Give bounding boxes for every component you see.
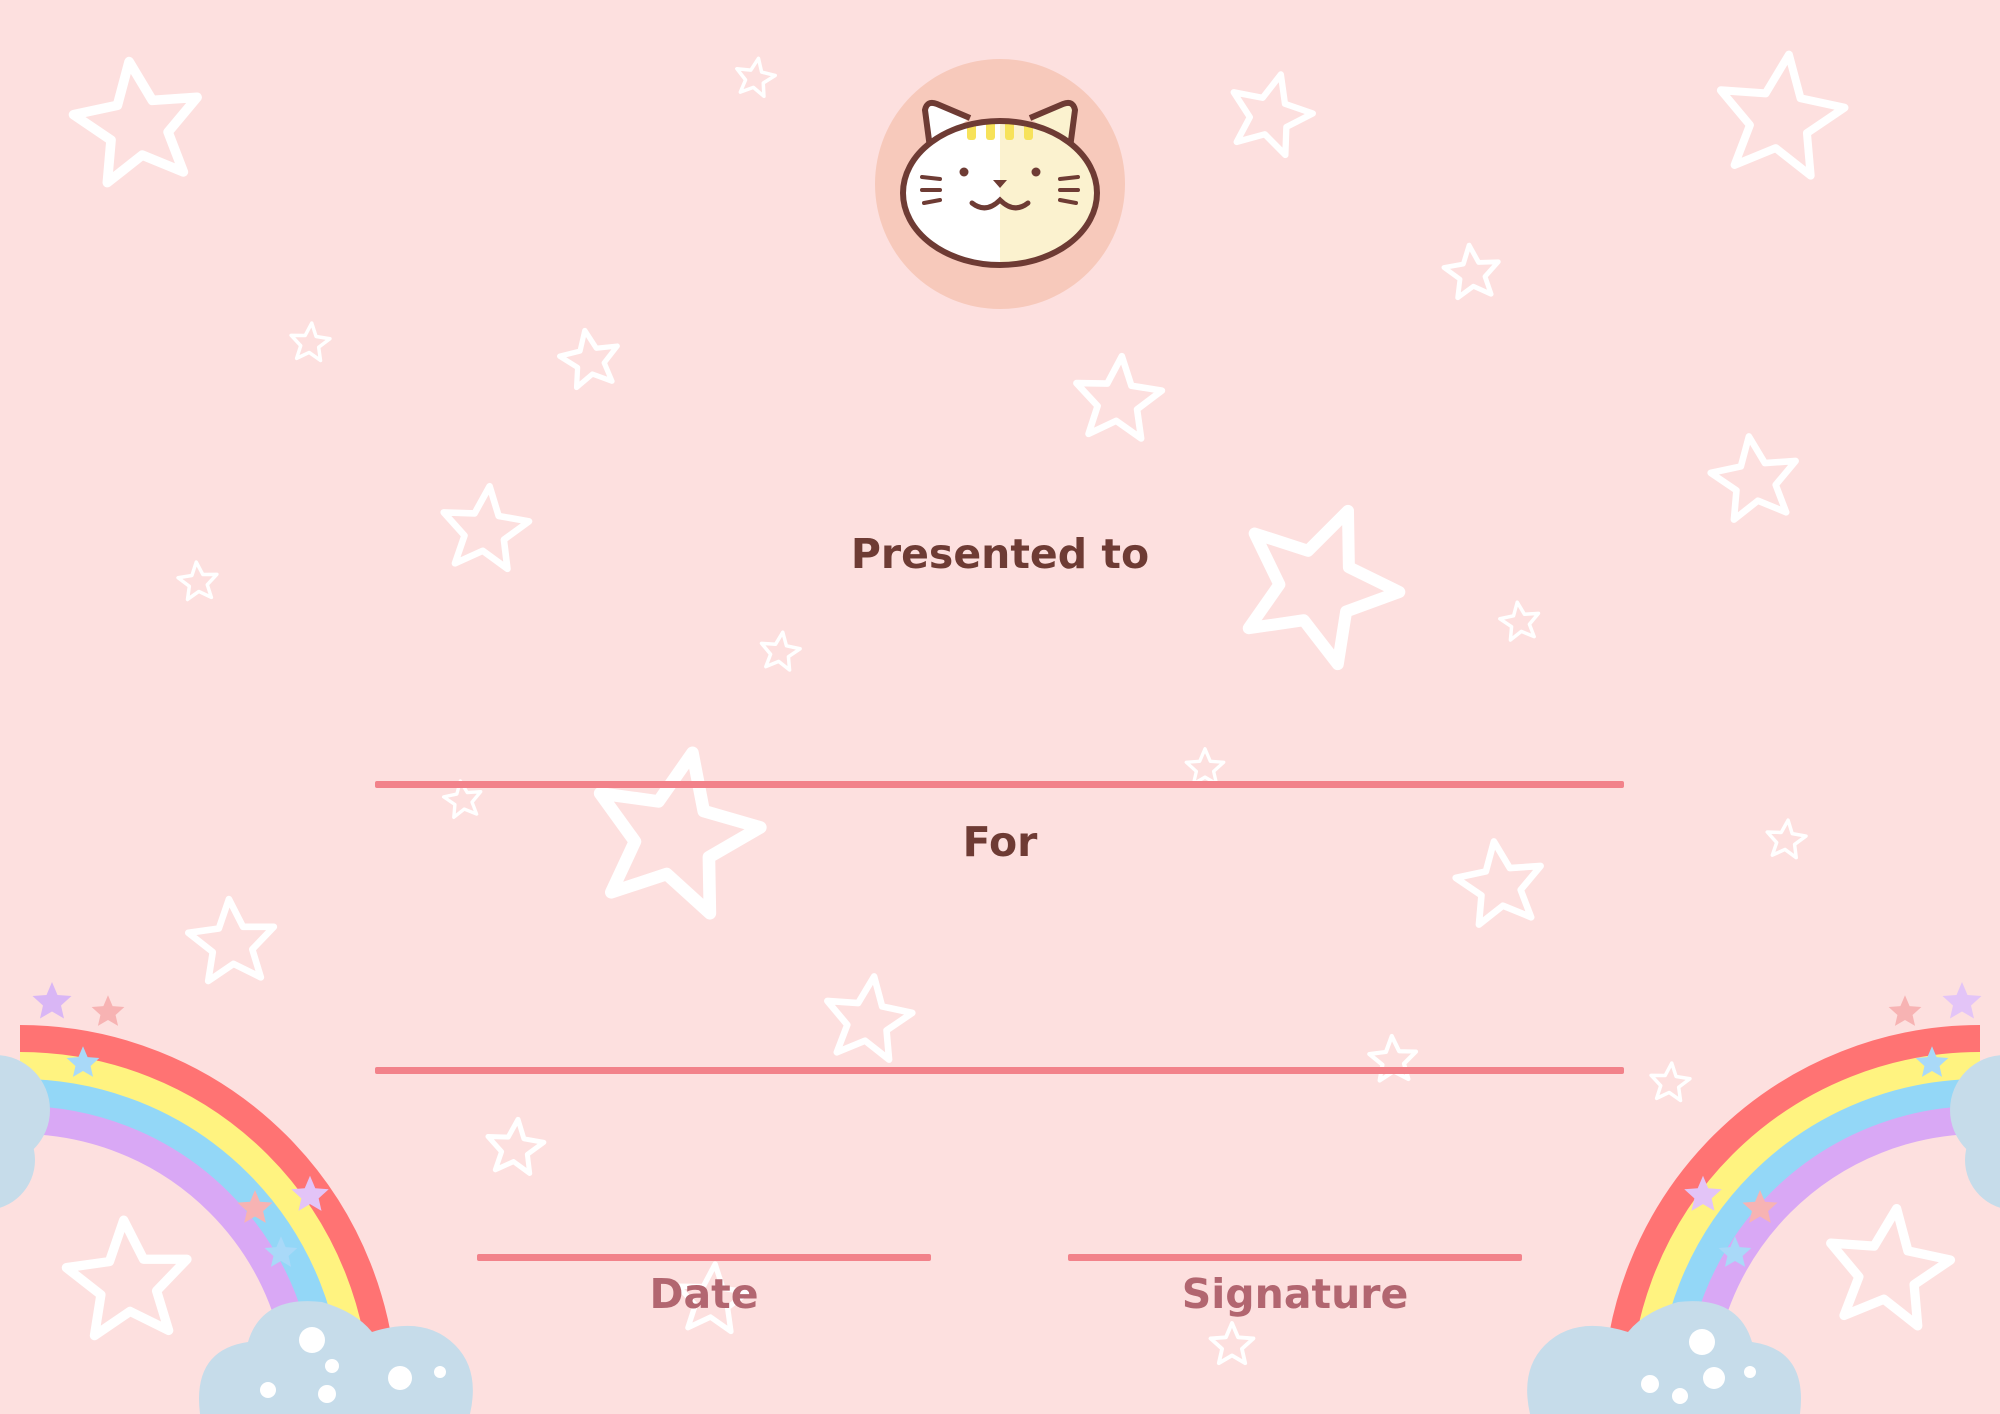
signature-label: Signature	[1181, 1270, 1409, 1318]
for-label: For	[962, 818, 1038, 866]
recipient-name-line	[375, 781, 1624, 788]
certificate-page: Presented to For Date Signature	[0, 0, 2000, 1414]
date-label: Date	[649, 1270, 759, 1318]
decor-layer	[0, 45, 2000, 1414]
presented-to-label: Presented to	[850, 530, 1150, 578]
date-line	[477, 1254, 931, 1261]
signature-line	[1068, 1254, 1522, 1261]
cat-face-icon	[875, 59, 1125, 309]
reason-line	[375, 1067, 1624, 1074]
